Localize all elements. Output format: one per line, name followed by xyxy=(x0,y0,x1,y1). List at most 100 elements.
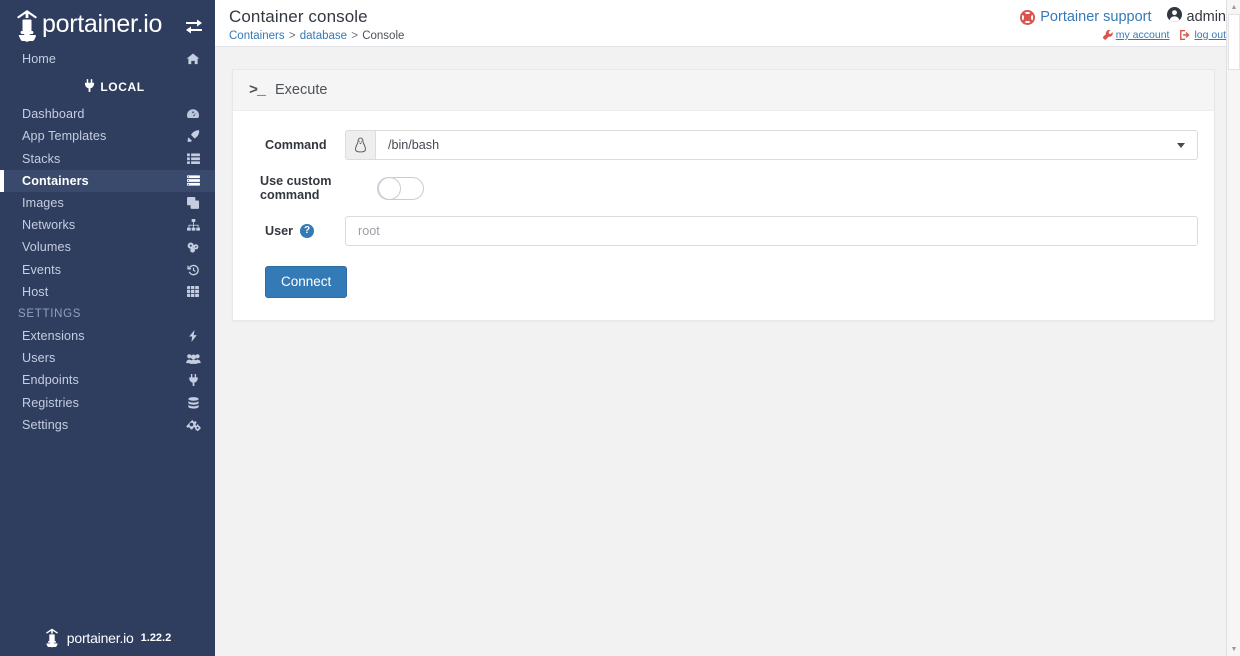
execute-panel-body: Command /bin/bash Use custom command Use… xyxy=(233,111,1214,320)
custom-command-label: Use custom command xyxy=(249,174,377,202)
command-row: Command /bin/bash xyxy=(249,128,1198,162)
sidebar-item-extensions[interactable]: Extensions xyxy=(0,325,215,347)
use-custom-command-toggle[interactable] xyxy=(377,176,424,200)
sidebar-item-label: Host xyxy=(22,284,49,299)
user-label-text: User xyxy=(265,224,294,238)
users-icon xyxy=(185,351,201,365)
page-scrollbar[interactable]: ▲ ▼ xyxy=(1226,0,1240,656)
user-menu[interactable]: admin xyxy=(1166,7,1227,27)
wrench-icon xyxy=(1102,30,1113,40)
sidebar-item-registries[interactable]: Registries xyxy=(0,391,215,413)
sidebar-brand-text: portainer.io xyxy=(42,10,163,38)
sidebar-item-label: Settings xyxy=(22,417,69,432)
sidebar-item-label: Events xyxy=(22,262,62,277)
caret-down-icon xyxy=(1177,142,1185,148)
topbar: Container console Containers > database … xyxy=(215,0,1240,47)
plug-icon xyxy=(84,78,95,95)
sidebar-item-label: Networks xyxy=(22,218,76,233)
sidebar-item-stacks[interactable]: Stacks xyxy=(0,148,215,170)
footer-version: 1.22.2 xyxy=(140,632,172,644)
scroll-down-icon[interactable]: ▼ xyxy=(1227,642,1240,656)
sidebar-section-settings: SETTINGS xyxy=(0,303,215,325)
portainer-logo-icon xyxy=(44,628,60,648)
footer-brand: portainer.io xyxy=(66,630,134,646)
logout-link[interactable]: log out xyxy=(1180,29,1226,41)
command-label: Command xyxy=(249,138,345,152)
main-content: Container console Containers > database … xyxy=(215,0,1240,656)
sidebar-item-label: Volumes xyxy=(22,240,72,255)
terminal-prompt-icon: >_ xyxy=(249,81,266,99)
life-ring-icon xyxy=(1020,9,1036,25)
exchange-arrows-icon[interactable] xyxy=(183,15,205,37)
server-stack-icon xyxy=(185,174,201,188)
breadcrumb-separator: > xyxy=(288,30,296,42)
scrollbar-thumb[interactable] xyxy=(1228,14,1240,70)
sidebar-item-users[interactable]: Users xyxy=(0,347,215,369)
list-icon xyxy=(185,152,201,166)
sidebar-footer: portainer.io 1.22.2 xyxy=(0,628,215,648)
sidebar-item-label: Containers xyxy=(22,173,89,188)
sitemap-icon xyxy=(185,218,201,232)
my-account-label: my account xyxy=(1115,29,1170,41)
sidebar-item-label: Dashboard xyxy=(22,107,85,122)
support-label: Portainer support xyxy=(1040,9,1152,25)
sidebar-item-endpoints[interactable]: Endpoints xyxy=(0,369,215,391)
sidebar-item-app-templates[interactable]: App Templates xyxy=(0,125,215,147)
grid-icon xyxy=(185,285,201,299)
question-circle-icon[interactable]: ? xyxy=(300,224,315,238)
sidebar-item-images[interactable]: Images xyxy=(0,192,215,214)
my-account-link[interactable]: my account xyxy=(1102,29,1170,41)
sidebar: portainer.io Home LOCAL Dashboard App Te… xyxy=(0,0,215,656)
sidebar-item-label: Extensions xyxy=(22,328,85,343)
user-row: User ? xyxy=(249,214,1198,248)
dashboard-icon xyxy=(185,107,201,121)
breadcrumb: Containers > database > Console xyxy=(229,30,404,43)
home-icon xyxy=(185,52,201,66)
sidebar-item-label: Endpoints xyxy=(22,373,79,388)
sidebar-item-settings[interactable]: Settings xyxy=(0,414,215,436)
sidebar-item-volumes[interactable]: Volumes xyxy=(0,236,215,258)
linux-tux-icon xyxy=(345,130,375,160)
sidebar-section-label: SETTINGS xyxy=(18,307,82,320)
user-circle-icon xyxy=(1166,7,1182,27)
sidebar-item-label: Home xyxy=(22,52,56,67)
breadcrumb-item-database[interactable]: database xyxy=(300,30,347,42)
rocket-icon xyxy=(185,129,201,143)
sidebar-item-label: App Templates xyxy=(22,129,107,144)
scroll-up-icon[interactable]: ▲ xyxy=(1227,0,1240,14)
sidebar-item-label: Registries xyxy=(22,395,79,410)
portainer-logo-icon xyxy=(14,9,40,43)
connect-button[interactable]: Connect xyxy=(265,266,348,298)
portainer-support-link[interactable]: Portainer support xyxy=(1020,8,1152,26)
cogs-icon xyxy=(185,418,201,432)
command-input-group: /bin/bash xyxy=(345,130,1198,160)
sidebar-endpoint-label: LOCAL xyxy=(100,79,145,94)
breadcrumb-separator: > xyxy=(351,30,358,42)
sidebar-item-containers[interactable]: Containers xyxy=(0,169,215,193)
command-select-value: /bin/bash xyxy=(388,138,440,152)
page-title: Container console xyxy=(229,7,368,26)
clone-icon xyxy=(185,196,201,210)
command-select[interactable]: /bin/bash xyxy=(375,130,1198,160)
sidebar-item-host[interactable]: Host xyxy=(0,281,215,303)
command-label-text: Command xyxy=(265,138,327,152)
sidebar-brand[interactable]: portainer.io xyxy=(0,0,215,48)
sidebar-item-dashboard[interactable]: Dashboard xyxy=(0,103,215,125)
breadcrumb-item-console: Console xyxy=(362,30,405,42)
content-area: >_ Execute Command /bin/bash Use custom … xyxy=(215,47,1240,321)
execute-panel-header: >_ Execute xyxy=(233,70,1214,111)
volumes-icon xyxy=(185,240,201,254)
history-icon xyxy=(185,263,201,277)
user-name: admin xyxy=(1186,9,1227,25)
custom-command-label-text: Use custom command xyxy=(260,174,332,202)
app-root: portainer.io Home LOCAL Dashboard App Te… xyxy=(0,0,1240,656)
user-input[interactable] xyxy=(345,216,1198,246)
bolt-icon xyxy=(185,329,201,343)
breadcrumb-item-containers[interactable]: Containers xyxy=(229,30,285,42)
plug-icon xyxy=(185,373,201,387)
sidebar-item-events[interactable]: Events xyxy=(0,259,215,281)
sidebar-item-networks[interactable]: Networks xyxy=(0,214,215,236)
user-label: User ? xyxy=(249,224,345,238)
sidebar-item-home[interactable]: Home xyxy=(0,48,215,70)
sign-out-icon xyxy=(1180,30,1191,40)
